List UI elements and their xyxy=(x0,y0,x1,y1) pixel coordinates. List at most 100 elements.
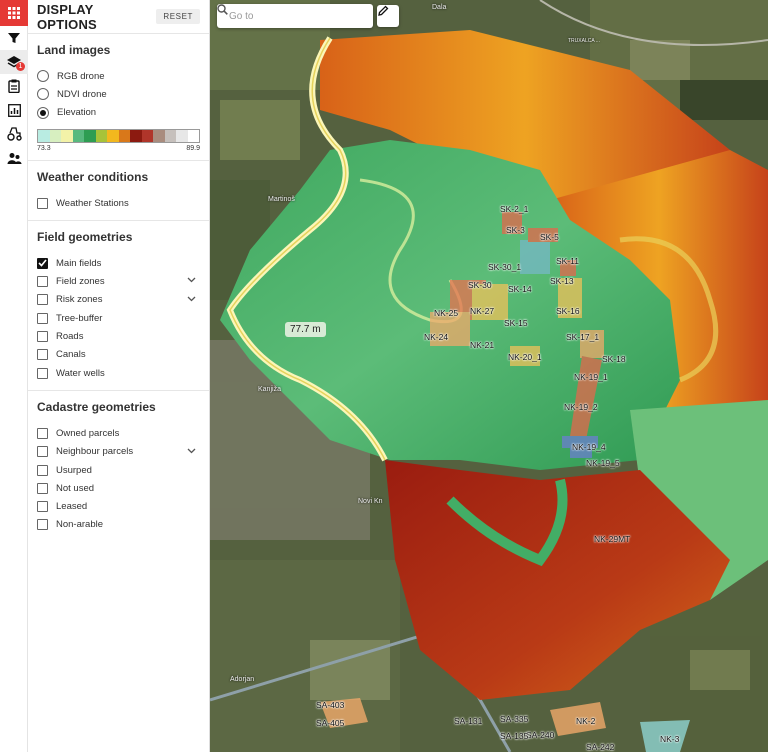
field-label[interactable]: NK-27 xyxy=(470,306,494,316)
checkbox[interactable] xyxy=(37,446,48,458)
chevron-down-icon[interactable] xyxy=(187,446,196,457)
checkbox[interactable] xyxy=(37,367,48,379)
legend-swatch xyxy=(176,129,188,142)
checkbox-option-field-zones[interactable]: Field zones xyxy=(37,272,200,290)
checkbox[interactable] xyxy=(37,427,48,439)
field-label[interactable]: SA-242 xyxy=(586,742,614,752)
people-icon[interactable] xyxy=(0,146,28,170)
field-label[interactable]: SK-13 xyxy=(550,276,574,286)
checkbox[interactable] xyxy=(37,331,48,343)
section-title: Weather conditions xyxy=(37,169,149,184)
field-label[interactable]: NK-29MT xyxy=(594,534,630,544)
legend-swatch xyxy=(38,129,50,142)
field-label[interactable]: NK-19_2 xyxy=(564,402,598,412)
checkbox[interactable] xyxy=(37,312,48,324)
option-label: Leased xyxy=(56,501,88,513)
field-label[interactable]: NK-3 xyxy=(660,734,679,744)
place-label: Martinoš xyxy=(268,196,295,203)
field-label[interactable]: NK-2 xyxy=(576,716,595,726)
field-label[interactable]: SA-403 xyxy=(316,700,344,710)
field-label[interactable]: SA-135 xyxy=(500,731,528,741)
field-label[interactable]: SK-5 xyxy=(540,232,559,242)
checkbox-option-weather-stations[interactable]: Weather Stations xyxy=(37,194,200,212)
clipboard-icon[interactable] xyxy=(0,74,28,98)
radio-option-elevation[interactable]: Elevation xyxy=(37,104,200,122)
field-label[interactable]: SK-3 xyxy=(506,225,525,235)
checkbox[interactable] xyxy=(37,197,48,209)
option-label: RGB drone xyxy=(57,70,105,82)
legend-swatch xyxy=(187,129,199,142)
draw-button[interactable] xyxy=(377,5,399,27)
radio-button[interactable] xyxy=(37,88,49,101)
map-view[interactable]: 77.7 m Dala Martinoš Kanjiža Novi Kn Ado… xyxy=(210,0,768,752)
field-label[interactable]: SK-30_1 xyxy=(488,262,521,272)
checkbox[interactable] xyxy=(37,501,48,513)
apps-grid-icon[interactable] xyxy=(0,0,28,26)
checkbox-option-neighbour-parcels[interactable]: Neighbour parcels xyxy=(37,443,200,461)
checkbox-option-water-wells[interactable]: Water wells xyxy=(37,364,200,382)
checkbox[interactable] xyxy=(37,464,48,476)
field-label[interactable]: SK-16 xyxy=(556,306,580,316)
tractor-icon[interactable] xyxy=(0,122,28,146)
option-label: Canals xyxy=(56,349,86,361)
option-label: Water wells xyxy=(56,367,105,379)
option-label: Non-arable xyxy=(56,519,103,531)
checkbox-option-risk-zones[interactable]: Risk zones xyxy=(37,291,200,309)
radio-option-rgb-drone[interactable]: RGB drone xyxy=(37,67,200,85)
field-label[interactable]: SK-14 xyxy=(508,284,532,294)
legend-swatch xyxy=(49,129,61,142)
field-label[interactable]: SK-30 xyxy=(468,280,492,290)
layers-icon[interactable]: 1 xyxy=(0,50,28,74)
field-label[interactable]: SK-17_1 xyxy=(566,332,599,342)
field-label[interactable]: NK-19_5 xyxy=(586,458,620,468)
checkbox-option-owned-parcels[interactable]: Owned parcels xyxy=(37,424,200,442)
checkbox-option-non-arable[interactable]: Non-arable xyxy=(37,516,200,534)
checkbox[interactable] xyxy=(37,349,48,361)
field-label[interactable]: SK-15 xyxy=(504,318,528,328)
checkbox-option-canals[interactable]: Canals xyxy=(37,346,200,364)
filter-icon[interactable] xyxy=(0,26,28,50)
checkbox[interactable] xyxy=(37,482,48,494)
legend-swatch xyxy=(72,129,84,142)
chart-icon[interactable] xyxy=(0,98,28,122)
place-label: Adorjan xyxy=(230,676,255,683)
field-label[interactable]: SK-2_1 xyxy=(500,204,528,214)
checkbox-option-roads[interactable]: Roads xyxy=(37,327,200,345)
field-label[interactable]: NK-19_4 xyxy=(572,442,606,452)
field-label[interactable]: SA-335 xyxy=(500,714,528,724)
field-label[interactable]: NK-19_1 xyxy=(574,372,608,382)
field-label[interactable]: NK-24 xyxy=(424,332,448,342)
checkbox[interactable] xyxy=(37,519,48,531)
field-label[interactable]: NK-25 xyxy=(434,308,458,318)
field-label[interactable]: SK-18 xyxy=(602,354,626,364)
layers-badge: 1 xyxy=(16,62,25,71)
land-images-section: Land images RGB drone NDVI drone Elevation… xyxy=(28,34,209,161)
legend-swatch xyxy=(153,129,165,142)
option-label: Not used xyxy=(56,482,95,494)
checkbox[interactable] xyxy=(37,294,48,306)
go-to-search[interactable] xyxy=(217,4,373,28)
checkbox-option-main-fields[interactable]: Main fields xyxy=(37,254,200,272)
display-options-panel: DISPLAY OPTIONS RESET Land images RGB dr… xyxy=(28,0,210,752)
chevron-down-icon[interactable] xyxy=(187,275,196,286)
chevron-down-icon[interactable] xyxy=(187,294,196,305)
radio-button[interactable] xyxy=(37,106,49,119)
checkbox[interactable] xyxy=(37,276,48,288)
field-label[interactable]: SK-11 xyxy=(556,256,579,266)
checkbox-option-tree-buffer[interactable]: Tree-buffer xyxy=(37,309,200,327)
radio-option-ndvi-drone[interactable]: NDVI drone xyxy=(37,85,200,103)
field-label[interactable]: NK-20_1 xyxy=(508,352,542,362)
checkbox[interactable] xyxy=(37,257,48,269)
legend-swatch xyxy=(84,129,96,142)
checkbox-option-not-used[interactable]: Not used xyxy=(37,479,200,497)
go-to-input[interactable] xyxy=(229,10,349,22)
panel-title: DISPLAY OPTIONS xyxy=(37,1,97,32)
field-label[interactable]: SA-131 xyxy=(454,716,482,726)
field-label[interactable]: NK-21 xyxy=(470,340,494,350)
field-label[interactable]: SA-405 xyxy=(316,718,344,728)
checkbox-option-usurped[interactable]: Usurped xyxy=(37,461,200,479)
checkbox-option-leased[interactable]: Leased xyxy=(37,497,200,515)
field-label[interactable]: SA-240 xyxy=(526,730,554,740)
reset-button[interactable]: RESET xyxy=(156,9,200,24)
radio-button[interactable] xyxy=(37,70,49,83)
